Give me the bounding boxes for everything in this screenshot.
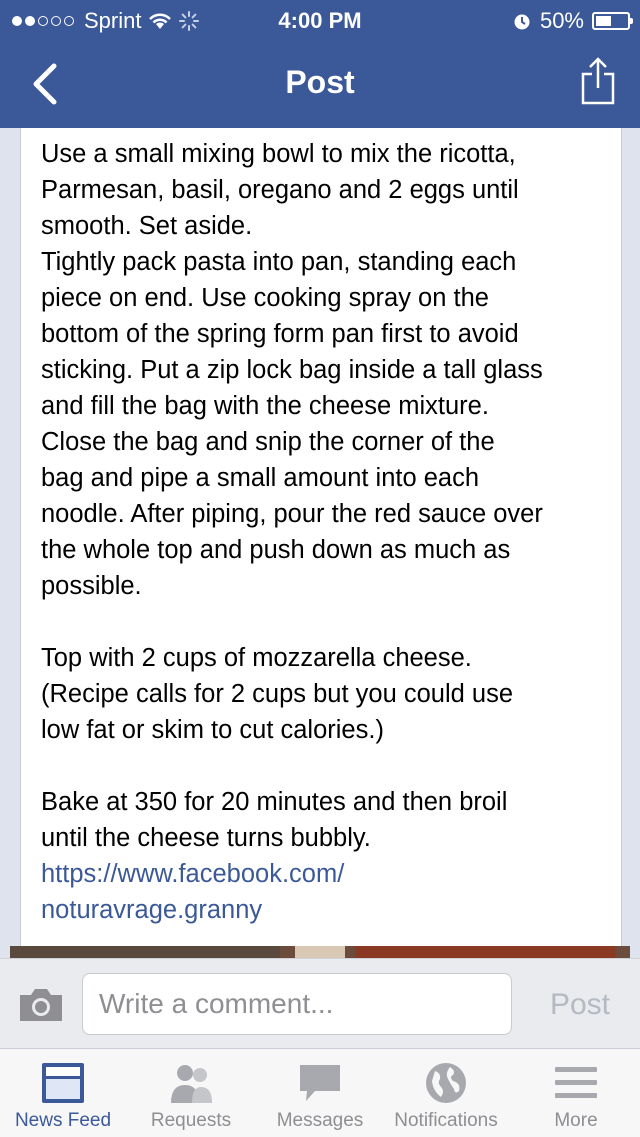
post-link-line2: noturavrage.granny: [41, 896, 263, 924]
news-feed-icon: [42, 1063, 84, 1103]
tab-notifications[interactable]: Notifications: [386, 1049, 506, 1137]
friend-requests-icon: [171, 1065, 212, 1103]
tab-label: Requests: [150, 1110, 232, 1131]
navigation-bar: Post: [0, 40, 640, 128]
tab-more[interactable]: More: [512, 1049, 640, 1137]
comment-bar: Post: [0, 958, 640, 1049]
globe-icon: [426, 1063, 466, 1103]
menu-icon: [555, 1067, 597, 1098]
post-link[interactable]: https://www.facebook.com/noturavrage.gra…: [41, 856, 607, 928]
tab-requests[interactable]: Requests: [128, 1049, 254, 1137]
battery-percent: 50%: [539, 8, 584, 33]
post-card: Use a small mixing bowl to mix the ricot…: [20, 128, 622, 948]
post-text: Use a small mixing bowl to mix the ricot…: [41, 140, 543, 852]
post-comment-button[interactable]: Post: [530, 983, 630, 1027]
messages-icon: [300, 1065, 340, 1101]
status-right: 50%: [512, 8, 633, 34]
battery-icon: [592, 12, 633, 30]
post-link-line1: https://www.facebook.com/: [41, 860, 345, 888]
tab-label: News Feed: [14, 1110, 112, 1131]
comment-input[interactable]: [82, 973, 512, 1035]
status-bar: Sprint 4:00 PM 50%: [0, 0, 640, 40]
page-title: Post: [285, 64, 355, 100]
tab-label: Messages: [276, 1110, 364, 1131]
tab-label: More: [554, 1110, 598, 1131]
post-body: Use a small mixing bowl to mix the ricot…: [41, 136, 607, 928]
tab-label: Notifications: [394, 1110, 498, 1131]
share-icon[interactable]: [580, 56, 616, 106]
tab-news-feed[interactable]: News Feed: [0, 1049, 126, 1137]
alarm-icon: [514, 14, 530, 30]
tab-messages[interactable]: Messages: [256, 1049, 384, 1137]
camera-icon[interactable]: [16, 985, 66, 1025]
tab-bar: News Feed Requests Messages Notification…: [0, 1048, 640, 1137]
